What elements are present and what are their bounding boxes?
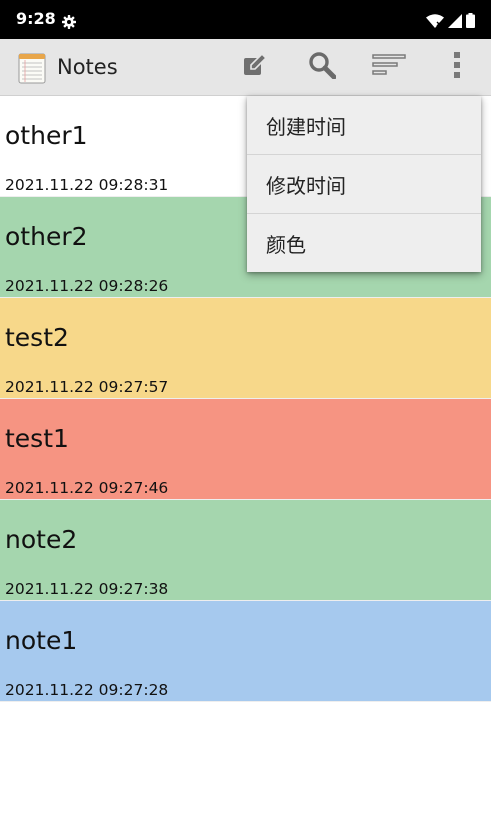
note-item[interactable]: note1 2021.11.22 09:27:28 [0, 601, 491, 702]
overflow-menu-button[interactable] [437, 47, 477, 87]
search-button[interactable] [302, 47, 342, 87]
menu-item-created-time[interactable]: 创建时间 [247, 96, 481, 155]
note-title: note1 [5, 626, 78, 655]
overflow-menu-icon [453, 51, 461, 84]
search-icon [308, 51, 337, 84]
menu-item-color[interactable]: 颜色 [247, 214, 481, 272]
app-bar: Notes [0, 39, 491, 96]
edit-note-icon [242, 52, 268, 83]
battery-icon [466, 13, 475, 33]
menu-item-modified-time[interactable]: 修改时间 [247, 155, 481, 214]
signal-icon [448, 13, 462, 33]
status-icons [426, 13, 475, 33]
note-time: 2021.11.22 09:27:28 [5, 681, 169, 699]
notes-app-icon [18, 52, 46, 84]
note-item[interactable]: test2 2021.11.22 09:27:57 [0, 298, 491, 399]
note-title: note2 [5, 525, 78, 554]
note-time: 2021.11.22 09:28:31 [5, 176, 169, 194]
app-title: Notes [57, 55, 118, 79]
note-time: 2021.11.22 09:28:26 [5, 277, 169, 295]
note-item[interactable]: note2 2021.11.22 09:27:38 [0, 500, 491, 601]
sort-icon [372, 53, 406, 81]
note-item[interactable]: test1 2021.11.22 09:27:46 [0, 399, 491, 500]
note-time: 2021.11.22 09:27:57 [5, 378, 169, 396]
gear-icon [62, 15, 76, 34]
note-time: 2021.11.22 09:27:38 [5, 580, 169, 598]
status-time: 9:28 [16, 9, 56, 28]
status-bar: 9:28 [0, 0, 491, 39]
note-time: 2021.11.22 09:27:46 [5, 479, 169, 497]
sort-button[interactable] [369, 47, 409, 87]
note-title: other2 [5, 222, 88, 251]
sort-popup-menu: 创建时间 修改时间 颜色 [247, 96, 481, 272]
note-title: test1 [5, 424, 69, 453]
note-title: test2 [5, 323, 69, 352]
note-title: other1 [5, 121, 88, 150]
wifi-icon [426, 13, 444, 33]
screen: 9:28 Notes other1 2021.11.22 09:28:31 ot… [0, 0, 491, 827]
new-note-button[interactable] [235, 47, 275, 87]
